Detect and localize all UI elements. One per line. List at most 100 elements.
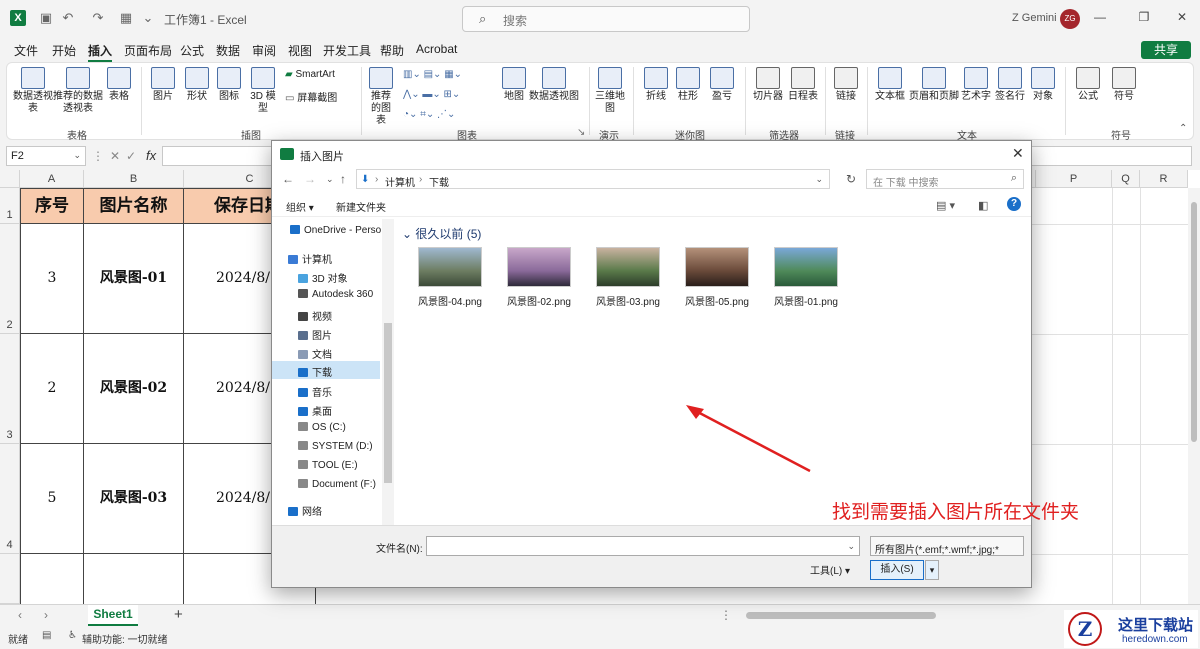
tab-insert[interactable]: 插入 bbox=[88, 42, 113, 63]
table-cell[interactable]: 5 bbox=[20, 444, 84, 554]
minimize-icon[interactable]: — bbox=[1092, 10, 1108, 26]
3d-map-button[interactable]: 三维地图 bbox=[593, 67, 627, 115]
recommended-pivot-button[interactable]: 推荐的数据透视表 bbox=[53, 67, 103, 115]
form-icon[interactable]: ▦ bbox=[118, 10, 134, 26]
nav-item[interactable]: 图片 bbox=[298, 327, 332, 342]
file-thumbnail[interactable]: 风景图-05.png bbox=[677, 247, 757, 308]
table-cell[interactable] bbox=[20, 554, 84, 604]
accessibility-status[interactable]: 辅助功能: 一切就绪 bbox=[82, 631, 168, 646]
close-icon[interactable]: ✕ bbox=[1012, 145, 1024, 162]
maps-button[interactable]: 地图 bbox=[501, 67, 527, 103]
sparkline-line-button[interactable]: 折线 bbox=[643, 67, 669, 103]
help-icon[interactable]: ? bbox=[1007, 197, 1021, 211]
chevron-down-icon[interactable]: ⌄ bbox=[847, 541, 855, 552]
recent-locations-icon[interactable]: ⌄ bbox=[326, 174, 334, 185]
table-cell[interactable]: 2 bbox=[20, 334, 84, 444]
tab-help[interactable]: 帮助 bbox=[380, 42, 404, 59]
undo-icon[interactable]: ↶ bbox=[60, 10, 76, 26]
file-thumbnail[interactable]: 风景图-03.png bbox=[588, 247, 668, 308]
symbol-button[interactable]: 符号 bbox=[1109, 67, 1139, 103]
table-header-cell[interactable]: 序号 bbox=[20, 188, 84, 224]
column-header[interactable]: B bbox=[84, 170, 184, 188]
back-icon[interactable]: ← bbox=[282, 172, 294, 186]
tab-view[interactable]: 视图 bbox=[288, 42, 312, 59]
table-header-cell[interactable]: 图片名称 bbox=[84, 188, 184, 224]
row-header[interactable] bbox=[0, 554, 20, 604]
nav-item[interactable]: 文档 bbox=[298, 346, 332, 361]
table-button[interactable]: 表格 bbox=[105, 67, 133, 103]
table-cell[interactable]: 风景图-02 bbox=[84, 334, 184, 444]
next-sheet-icon[interactable]: › bbox=[44, 608, 48, 622]
row-header[interactable]: 4 bbox=[0, 444, 20, 554]
file-thumbnail[interactable]: 风景图-04.png bbox=[410, 247, 490, 308]
tab-formulas[interactable]: 公式 bbox=[180, 42, 204, 59]
breadcrumb-computer[interactable]: 计算机 bbox=[385, 174, 415, 189]
nav-item[interactable]: Document (F:) bbox=[298, 479, 376, 490]
screenshot-button[interactable]: ▭ 屏幕截图 bbox=[285, 89, 337, 104]
nav-item[interactable]: 网络 bbox=[288, 503, 322, 518]
shapes-button[interactable]: 形状 bbox=[183, 67, 211, 103]
nav-item[interactable]: 3D 对象 bbox=[298, 270, 348, 285]
charts-dialog-launcher-icon[interactable]: ↘ bbox=[577, 127, 585, 138]
forward-icon[interactable]: → bbox=[304, 172, 316, 186]
column-header[interactable]: R bbox=[1140, 170, 1188, 188]
table-cell[interactable]: 风景图-01 bbox=[84, 224, 184, 334]
accessibility-icon[interactable]: ♿ bbox=[68, 630, 77, 641]
save-icon[interactable]: ▣ bbox=[38, 10, 54, 26]
nav-item[interactable]: SYSTEM (D:) bbox=[298, 441, 373, 452]
customize-quick-access-icon[interactable]: ⌄ bbox=[140, 10, 156, 26]
pictures-button[interactable]: 图片 bbox=[149, 67, 177, 103]
collapse-ribbon-icon[interactable]: ⌃ bbox=[1179, 123, 1187, 134]
table-cell[interactable] bbox=[84, 554, 184, 604]
nav-item[interactable]: 视频 bbox=[298, 308, 332, 323]
tab-file[interactable]: 文件 bbox=[14, 42, 38, 59]
organize-button[interactable]: 组织 ▾ bbox=[286, 199, 314, 214]
nav-item[interactable]: 计算机 bbox=[288, 251, 332, 266]
line-chart-button[interactable]: ⋀⌄ ▬⌄ ⊞⌄ bbox=[403, 89, 460, 100]
scrollbar-split-icon[interactable]: ⋮ bbox=[720, 608, 732, 622]
column-header[interactable]: A bbox=[20, 170, 84, 188]
nav-item[interactable]: OS (C:) bbox=[298, 422, 346, 433]
nav-item[interactable]: 音乐 bbox=[298, 384, 332, 399]
textbox-button[interactable]: 文本框 bbox=[873, 67, 907, 103]
file-thumbnail[interactable]: 风景图-02.png bbox=[499, 247, 579, 308]
table-cell[interactable]: 风景图-03 bbox=[84, 444, 184, 554]
row-header[interactable]: 3 bbox=[0, 334, 20, 444]
filename-input[interactable]: ⌄ bbox=[426, 536, 860, 556]
tab-data[interactable]: 数据 bbox=[216, 42, 240, 59]
name-box[interactable]: F2 ⌄ bbox=[6, 146, 86, 166]
row-header[interactable]: 2 bbox=[0, 224, 20, 334]
table-cell[interactable]: 3 bbox=[20, 224, 84, 334]
pivot-table-button[interactable]: 数据透视表 bbox=[13, 67, 53, 115]
column-chart-button[interactable]: ▥⌄ ▤⌄ ▦⌄ bbox=[403, 69, 462, 80]
insert-button[interactable]: 插入(S) bbox=[870, 560, 924, 580]
macro-record-icon[interactable]: ▤ bbox=[42, 630, 51, 641]
user-name[interactable]: Z Gemini bbox=[1012, 12, 1057, 24]
link-button[interactable]: 链接 bbox=[833, 67, 859, 103]
search-box[interactable]: ⌕ 搜索 bbox=[462, 6, 750, 32]
tools-button[interactable]: 工具(L) ▾ bbox=[810, 562, 850, 577]
tab-acrobat[interactable]: Acrobat bbox=[416, 42, 457, 56]
avatar[interactable]: ZG bbox=[1060, 9, 1080, 29]
share-button[interactable]: 共享 bbox=[1141, 41, 1191, 59]
refresh-icon[interactable]: ↻ bbox=[846, 172, 856, 186]
icons-button[interactable]: 图标 bbox=[217, 67, 241, 103]
3d-models-button[interactable]: 3D 模型 bbox=[247, 67, 279, 115]
nav-item[interactable]: 桌面 bbox=[298, 403, 332, 418]
slicer-button[interactable]: 切片器 bbox=[751, 67, 785, 103]
tab-page-layout[interactable]: 页面布局 bbox=[124, 42, 172, 59]
add-sheet-icon[interactable]: + bbox=[174, 606, 183, 623]
dialog-search-input[interactable]: 在 下载 中搜索 ⌕ bbox=[866, 169, 1024, 189]
chevron-down-icon[interactable]: ⌄ bbox=[815, 174, 823, 185]
file-thumbnail[interactable]: 风景图-01.png bbox=[766, 247, 846, 308]
sparkline-column-button[interactable]: 柱形 bbox=[675, 67, 701, 103]
scrollbar-thumb[interactable] bbox=[1191, 202, 1197, 442]
smartart-button[interactable]: ▰ SmartArt bbox=[285, 69, 335, 80]
wordart-button[interactable]: 艺术字 bbox=[961, 67, 991, 103]
new-folder-button[interactable]: 新建文件夹 bbox=[336, 199, 386, 214]
row-header[interactable]: 1 bbox=[0, 188, 20, 224]
pivot-chart-button[interactable]: 数据透视图 bbox=[529, 67, 579, 103]
address-bar[interactable]: ⬇ › 计算机 › 下载 ⌄ bbox=[356, 169, 830, 189]
nav-scrollbar[interactable] bbox=[382, 219, 394, 525]
insert-dropdown-button[interactable]: ▾ bbox=[925, 560, 939, 580]
